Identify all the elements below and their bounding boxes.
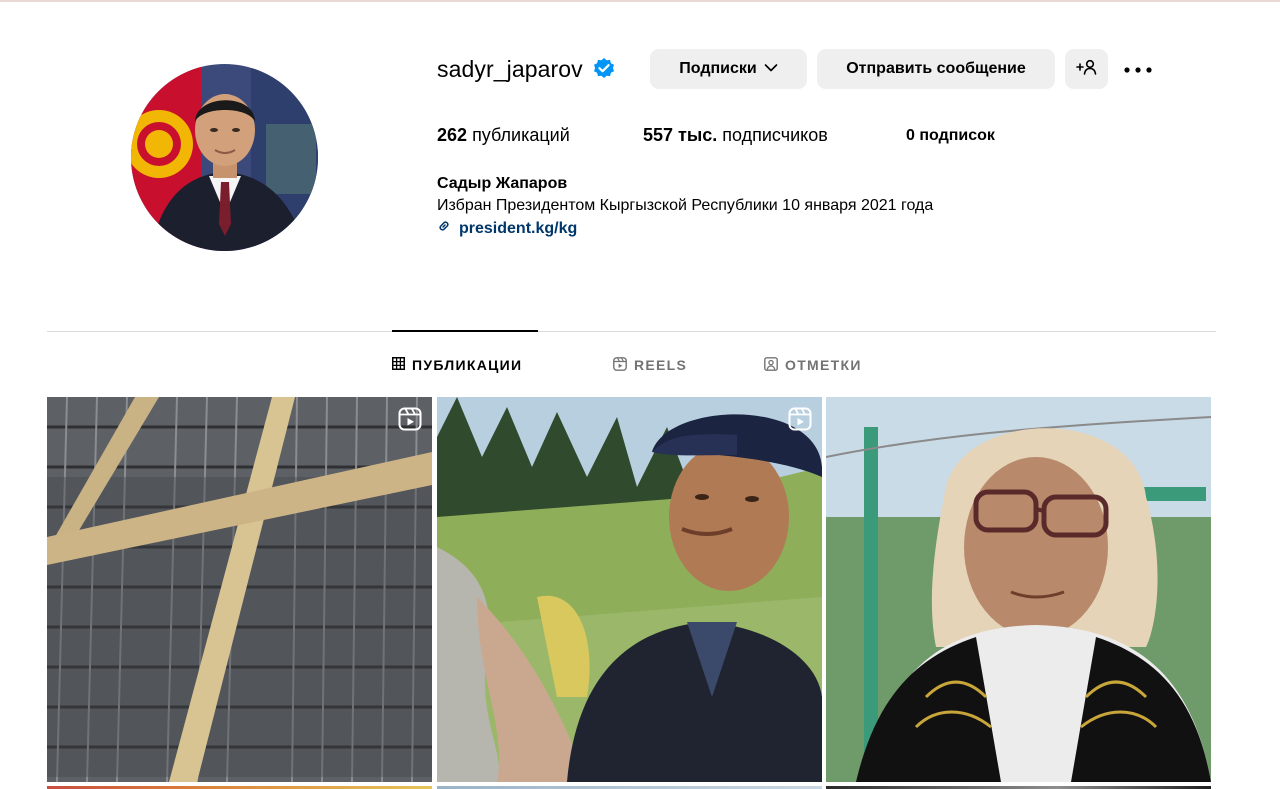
tab-posts[interactable]: ПУБЛИКАЦИИ xyxy=(392,356,522,374)
full-name: Садыр Жапаров xyxy=(437,175,568,192)
following-dropdown-button[interactable]: Подписки xyxy=(650,49,807,89)
reels-icon xyxy=(613,356,627,374)
followers-count-value: 557 тыс. xyxy=(643,125,718,145)
username-row: sadyr_japarov xyxy=(437,48,616,90)
tab-tagged-label: ОТМЕТКИ xyxy=(785,357,862,373)
more-dots-icon xyxy=(1124,60,1152,78)
following-count-label: подписок xyxy=(919,127,995,144)
posts-count: 262 публикаций xyxy=(437,125,570,146)
username: sadyr_japarov xyxy=(437,55,583,82)
send-message-label: Отправить сообщение xyxy=(846,60,1026,77)
top-rule xyxy=(0,0,1280,2)
link-icon xyxy=(437,219,451,238)
followers-link[interactable]: 557 тыс. подписчиков xyxy=(643,125,828,146)
posts-count-value: 262 xyxy=(437,125,468,145)
following-count-value: 0 xyxy=(906,127,915,144)
send-message-button[interactable]: Отправить сообщение xyxy=(817,49,1055,89)
following-button-label: Подписки xyxy=(679,60,757,77)
reel-badge-icon xyxy=(398,407,422,431)
bio-link-text: president.kg/kg xyxy=(459,219,578,237)
reel-badge-icon xyxy=(788,407,812,431)
profile-avatar[interactable] xyxy=(131,64,318,251)
tab-reels[interactable]: REELS xyxy=(613,356,687,374)
post-tile[interactable] xyxy=(437,397,822,782)
tab-reels-label: REELS xyxy=(634,357,688,373)
posts-count-label: публикаций xyxy=(472,125,570,145)
post-tile[interactable] xyxy=(47,397,432,782)
chevron-down-icon xyxy=(764,60,778,78)
suggested-accounts-button[interactable] xyxy=(1065,49,1108,89)
post-tile[interactable] xyxy=(826,397,1211,782)
grid-icon xyxy=(392,357,405,373)
tab-tagged[interactable]: ОТМЕТКИ xyxy=(764,356,862,374)
tab-posts-label: ПУБЛИКАЦИИ xyxy=(412,357,523,373)
followers-count-label: подписчиков xyxy=(722,125,828,145)
more-options-button[interactable] xyxy=(1118,49,1158,89)
tabs-divider xyxy=(47,331,1216,332)
bio-text: Избран Президентом Кыргызской Республики… xyxy=(437,197,934,214)
following-link[interactable]: 0 подписок xyxy=(906,127,995,145)
add-person-icon xyxy=(1075,59,1098,80)
verified-badge-icon xyxy=(592,57,616,81)
bio-link[interactable]: president.kg/kg xyxy=(437,219,577,238)
active-tab-indicator xyxy=(392,330,538,332)
tagged-icon xyxy=(764,356,778,374)
